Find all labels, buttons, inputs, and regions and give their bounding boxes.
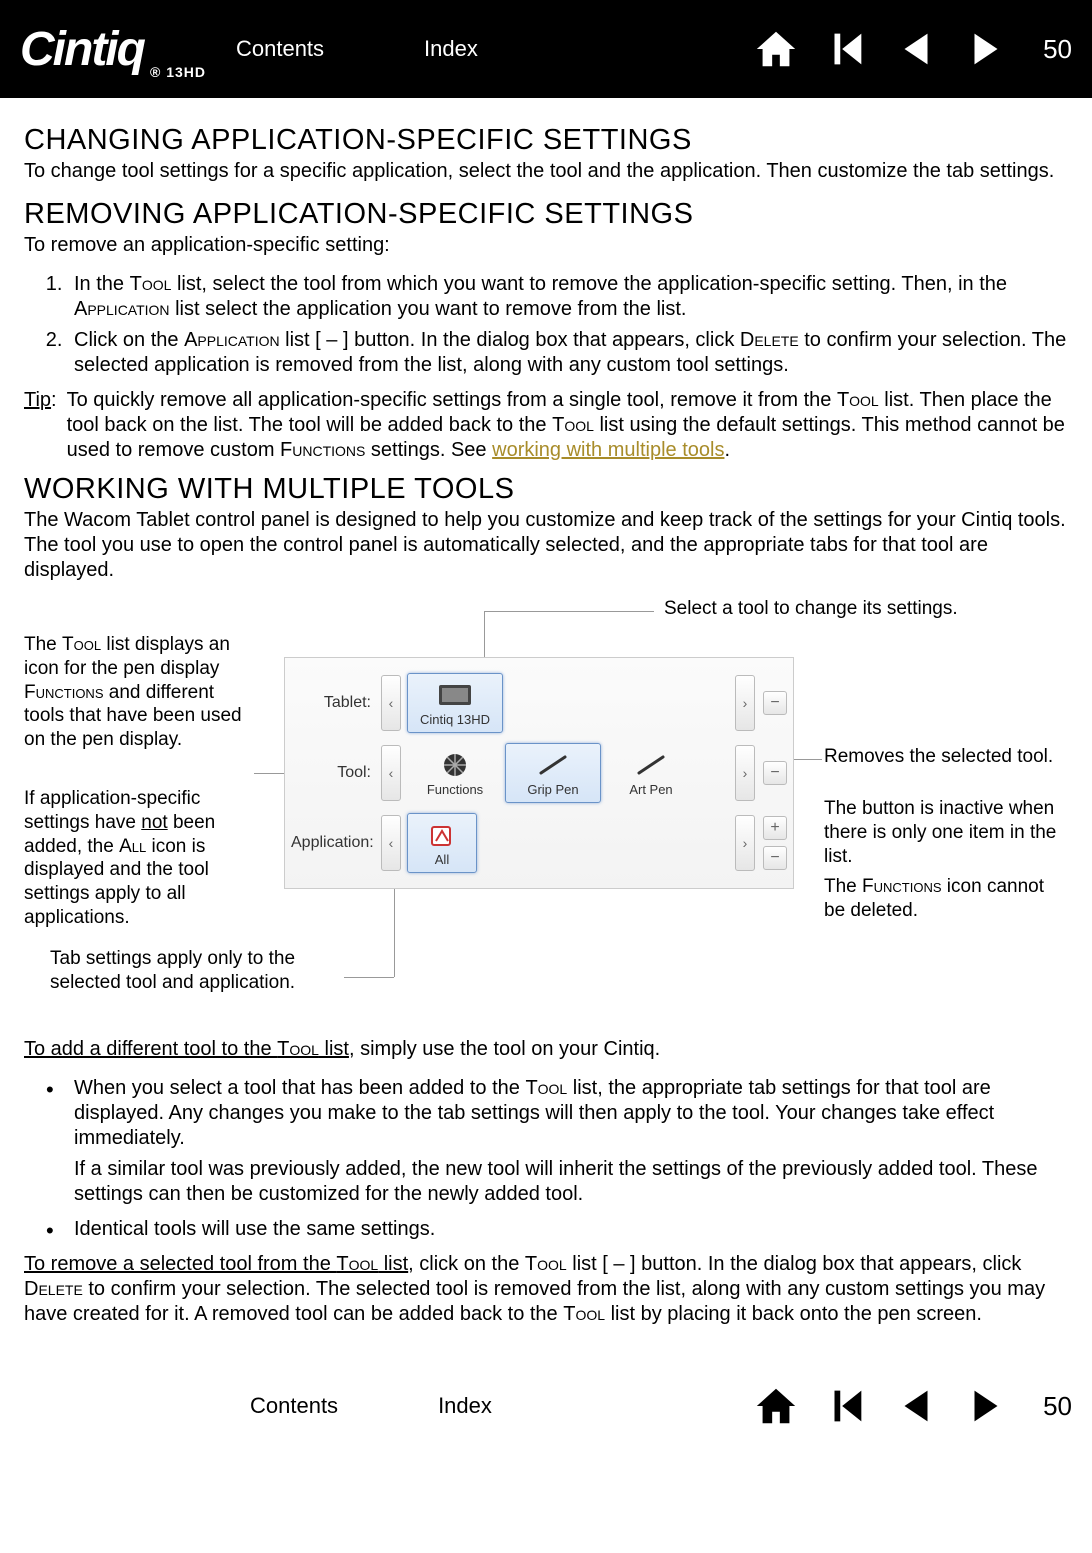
scroll-left-icon[interactable]: ‹ — [381, 745, 401, 801]
callout-tab-settings: Tab settings apply only to the selected … — [50, 947, 350, 995]
tablet-item-cintiq[interactable]: Cintiq 13HD — [407, 673, 503, 733]
page-number: 50 — [1043, 1391, 1072, 1422]
scroll-left-icon[interactable]: ‹ — [381, 815, 401, 871]
callout-removes-tool: Removes the selected tool. — [824, 745, 1054, 769]
brand-logo: Cintiq — [20, 22, 144, 77]
contents-link[interactable]: Contents — [236, 36, 324, 62]
scroll-right-icon[interactable]: › — [735, 815, 755, 871]
prev-page-icon[interactable] — [893, 26, 939, 72]
contents-link[interactable]: Contents — [250, 1393, 338, 1419]
scroll-left-icon[interactable]: ‹ — [381, 675, 401, 731]
first-page-icon[interactable] — [823, 1383, 869, 1429]
callout-all-icon: If application-specific settings have no… — [24, 787, 254, 930]
leader-line — [794, 759, 822, 760]
tool-row: Tool: ‹ Functions Grip Pen Art Pen — [291, 738, 787, 808]
pen-icon — [631, 750, 671, 780]
prev-page-icon[interactable] — [893, 1383, 939, 1429]
brand-sub: ® 13HD — [150, 64, 206, 80]
nav-links: Contents Index — [236, 36, 478, 62]
index-link[interactable]: Index — [438, 1393, 492, 1419]
tool-label: Tool: — [291, 764, 377, 782]
remove-application-button[interactable]: − — [763, 846, 787, 870]
header-bar: Cintiq ® 13HD Contents Index 50 — [0, 0, 1092, 98]
all-apps-icon — [422, 820, 462, 850]
remove-tablet-button[interactable]: − — [763, 691, 787, 715]
footer-bar: Contents Index 50 — [0, 1371, 1092, 1441]
footer-nav-icons: 50 — [753, 1383, 1072, 1429]
tip-body: To quickly remove all application-specif… — [67, 388, 1068, 463]
tool-item-art-pen[interactable]: Art Pen — [603, 743, 699, 803]
leader-line — [484, 611, 485, 657]
tablet-row: Tablet: ‹ Cintiq 13HD › − — [291, 668, 787, 738]
next-page-icon[interactable] — [963, 1383, 1009, 1429]
control-panel: Tablet: ‹ Cintiq 13HD › − Tool: ‹ — [284, 657, 794, 889]
home-icon[interactable] — [753, 26, 799, 72]
bullet-2: Identical tools will use the same settin… — [68, 1217, 1068, 1242]
tip-block: Tip: To quickly remove all application-s… — [24, 388, 1068, 463]
remove-tool-para: To remove a selected tool from the Tool … — [24, 1252, 1068, 1327]
functions-icon — [435, 750, 475, 780]
bullet-1: When you select a tool that has been add… — [68, 1076, 1068, 1151]
leader-line — [484, 611, 654, 612]
next-page-icon[interactable] — [963, 26, 1009, 72]
tablet-icon — [435, 680, 475, 710]
home-icon[interactable] — [753, 1383, 799, 1429]
tablet-label: Tablet: — [291, 694, 377, 712]
scroll-right-icon[interactable]: › — [735, 675, 755, 731]
heading-changing: CHANGING APPLICATION-SPECIFIC SETTINGS — [24, 124, 1068, 157]
application-label: Application: — [291, 834, 377, 852]
step-1: In the Tool list, select the tool from w… — [68, 272, 1068, 322]
application-item-all[interactable]: All — [407, 813, 477, 873]
bullet-1-sub: If a similar tool was previously added, … — [74, 1157, 1068, 1207]
add-tool-intro: To add a different tool to the Tool list… — [24, 1037, 1068, 1062]
pen-icon — [533, 750, 573, 780]
working-body: The Wacom Tablet control panel is design… — [24, 508, 1068, 583]
nav-icons: 50 — [753, 26, 1072, 72]
tool-item-grip-pen[interactable]: Grip Pen — [505, 743, 601, 803]
add-tool-bullets-2: Identical tools will use the same settin… — [24, 1217, 1068, 1242]
page-content: CHANGING APPLICATION-SPECIFIC SETTINGS T… — [0, 98, 1092, 1371]
tip-label: Tip — [24, 389, 51, 411]
tool-item-functions[interactable]: Functions — [407, 743, 503, 803]
removing-intro: To remove an application-specific settin… — [24, 233, 1068, 258]
heading-working: WORKING WITH MULTIPLE TOOLS — [24, 473, 1068, 506]
callout-inactive: The button is inactive when there is onl… — [824, 797, 1064, 868]
control-panel-diagram: Select a tool to change its settings. Th… — [24, 597, 1068, 1007]
page-number: 50 — [1043, 34, 1072, 65]
scroll-right-icon[interactable]: › — [735, 745, 755, 801]
add-application-button[interactable]: + — [763, 816, 787, 840]
leader-line — [344, 977, 394, 978]
callout-functions-icon: The Functions icon cannot be deleted. — [824, 875, 1064, 923]
step-2: Click on the Application list [ – ] butt… — [68, 328, 1068, 378]
removing-steps: In the Tool list, select the tool from w… — [24, 272, 1068, 378]
changing-body: To change tool settings for a specific a… — [24, 159, 1068, 184]
add-tool-bullets: When you select a tool that has been add… — [24, 1076, 1068, 1151]
footer-nav-links: Contents Index — [250, 1393, 492, 1419]
link-multiple-tools[interactable]: working with multiple tools — [492, 439, 724, 461]
callout-tool-list: The Tool list displays an icon for the p… — [24, 633, 254, 752]
index-link[interactable]: Index — [424, 36, 478, 62]
application-row: Application: ‹ All › + − — [291, 808, 787, 878]
remove-tool-button[interactable]: − — [763, 761, 787, 785]
first-page-icon[interactable] — [823, 26, 869, 72]
leader-line — [394, 877, 395, 977]
callout-select-tool: Select a tool to change its settings. — [664, 597, 958, 621]
heading-removing: REMOVING APPLICATION-SPECIFIC SETTINGS — [24, 198, 1068, 231]
